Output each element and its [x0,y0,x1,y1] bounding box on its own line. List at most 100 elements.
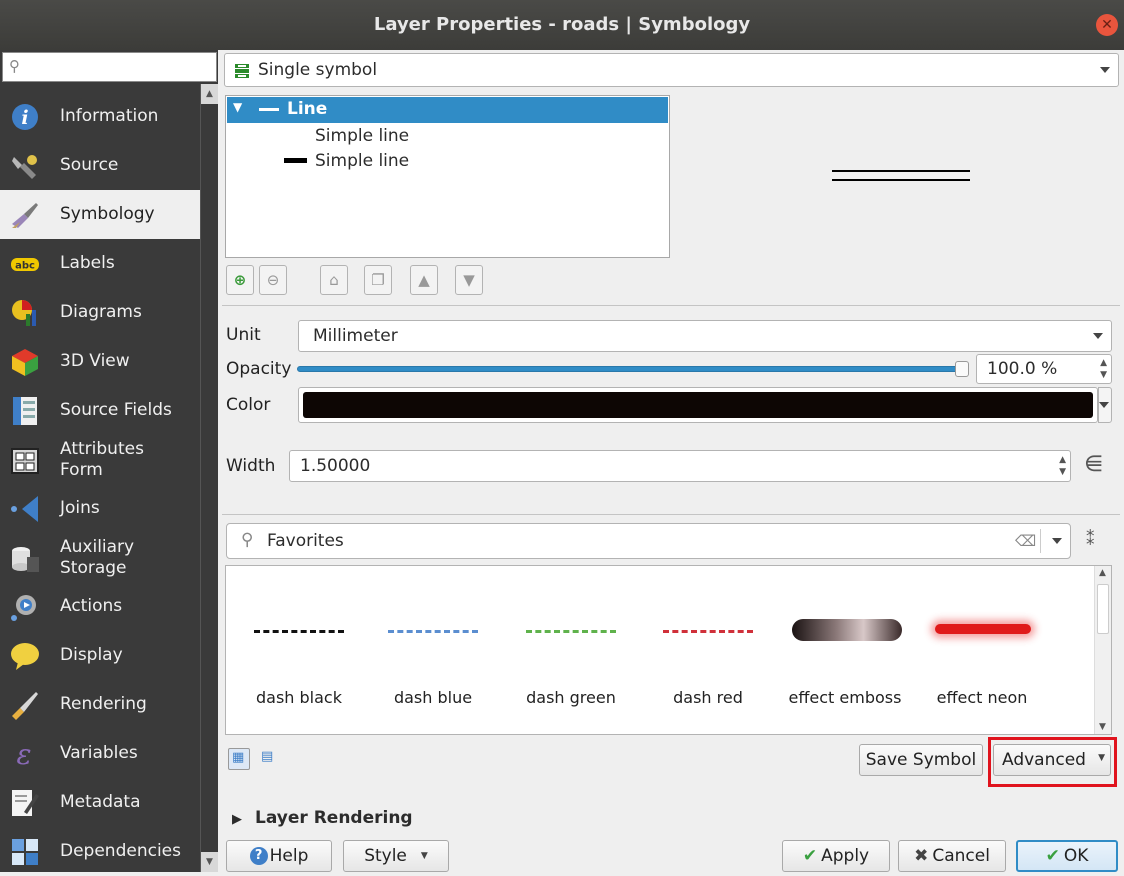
spin-arrows-icon: ▲ ▼ [1059,455,1066,477]
tree-row-simple-line[interactable]: Simple line [227,124,668,149]
help-icon: ? [249,847,268,865]
sidebar-item-source-fields[interactable]: Source Fields [0,386,200,435]
spin-arrows-icon: ▲ ▼ [1100,358,1107,380]
sidebar-item-dependencies[interactable]: Dependencies [0,827,200,876]
save-symbol-button[interactable]: Save Symbol [859,744,983,776]
layer-rendering-section[interactable]: Layer Rendering [255,808,413,828]
sidebar-item-label: Attributes Form [60,438,144,480]
symbol-item-dash-green[interactable]: dash green [506,570,636,730]
renderer-type-select[interactable]: Single symbol [224,53,1119,87]
add-symbol-layer-button[interactable]: ⊕ [226,265,254,295]
expand-arrow-icon: ▼ [233,100,243,114]
move-down-button[interactable]: ▼ [455,265,483,295]
scroll-up-icon[interactable]: ▲ [1099,568,1106,578]
unit-label: Unit [226,325,261,345]
symbol-item-effect-emboss[interactable]: effect emboss [780,570,910,730]
info-icon: i [12,104,38,130]
close-window-button[interactable]: ✕ [1096,14,1118,36]
lock-layer-button[interactable]: ⌂ [320,265,348,295]
sidebar-item-3d-view[interactable]: 3D View [0,337,200,386]
list-view-button[interactable]: ▤ [258,748,280,770]
sidebar-item-attributes-form[interactable]: Attributes Form [0,435,200,484]
ok-button[interactable]: ✔ OK [1016,840,1118,872]
cancel-button[interactable]: ✖ Cancel [898,840,1006,872]
duplicate-layer-button[interactable]: ❐ [364,265,392,295]
symbol-item-dash-red[interactable]: dash red [643,570,773,730]
sidebar-item-label: Joins [60,498,100,518]
sidebar-item-symbology[interactable]: Symbology [0,190,200,239]
help-button[interactable]: ? Help [226,840,332,872]
sidebar-item-label: Source [60,155,119,175]
apply-button[interactable]: ✔ Apply [782,840,890,872]
symbol-layer-tree[interactable]: ▼ Line Simple line Simple line [225,95,670,258]
chevron-down-icon: ▼ [420,851,428,861]
collapse-arrow-icon[interactable]: ▶ [232,812,242,827]
sidebar-item-label: Information [60,106,159,126]
sidebar-item-label: Dependencies [60,841,181,861]
color-button[interactable] [298,387,1098,423]
sidebar-item-auxiliary-storage[interactable]: Auxiliary Storage [0,533,200,582]
checkmark-icon: ✔ [1045,846,1060,866]
sidebar-item-display[interactable]: Display [0,631,200,680]
symbol-filter-input[interactable]: ⚲ Favorites ⌫ [226,523,1071,559]
symbol-item-dash-blue[interactable]: dash blue [368,570,498,730]
library-scrollbar[interactable]: ▲ ▼ [1094,566,1111,734]
svg-text:i: i [21,107,28,129]
symbol-preview [780,580,910,680]
unit-select[interactable]: Millimeter [298,320,1112,352]
remove-icon: ⊖ [266,271,280,289]
color-dropdown-button[interactable] [1098,387,1112,423]
move-up-button[interactable]: ▲ [410,265,438,295]
advanced-button[interactable]: Advanced ▼ [993,744,1111,776]
sidebar-item-metadata[interactable]: Metadata [0,778,200,827]
chevron-down-icon: ▼ [1098,753,1105,763]
variables-epsilon-icon: ε [16,739,31,769]
opacity-slider-handle[interactable] [955,361,969,377]
sidebar-item-diagrams[interactable]: Diagrams [0,288,200,337]
scroll-down-icon[interactable]: ▼ [1099,722,1106,732]
sidebar-item-label: 3D View [60,351,130,371]
clear-icon[interactable]: ⌫ [1015,532,1036,550]
remove-symbol-layer-button[interactable]: ⊖ [259,265,287,295]
symbol-item-dash-black[interactable]: dash black [234,570,364,730]
symbology-brush-icon [12,203,38,228]
scrollbar-thumb[interactable] [1097,584,1109,634]
sidebar-item-joins[interactable]: Joins [0,484,200,533]
svg-text:ε: ε [16,739,31,769]
display-bubble-icon [11,643,39,670]
sidebar-item-variables[interactable]: ε Variables [0,729,200,778]
dependencies-icon [12,839,38,865]
opacity-slider[interactable] [297,366,967,372]
sidebar-search-input[interactable]: ⚲ [2,52,217,82]
style-button[interactable]: Style ▼ [343,840,449,872]
sidebar-item-labels[interactable]: abc Labels [0,239,200,288]
sidebar-item-label: Auxiliary Storage [60,536,135,578]
style-manager-icon[interactable]: ⁑ [1086,530,1095,550]
source-fields-icon [13,397,37,425]
divider [222,305,1120,306]
sidebar-item-actions[interactable]: Actions [0,582,200,631]
sidebar-item-source[interactable]: Source [0,141,200,190]
symbol-item-effect-neon[interactable]: effect neon [917,570,1047,730]
close-icon: ✕ [1101,17,1113,33]
scroll-up-icon[interactable]: ▲ [201,84,218,104]
tree-row-line[interactable]: ▼ Line [227,97,668,123]
tree-row-simple-line[interactable]: Simple line [227,149,668,174]
auxiliary-storage-icon [12,547,39,572]
sidebar-item-rendering[interactable]: Rendering [0,680,200,729]
arrow-down-icon: ▼ [463,271,475,289]
line-symbol-icon [259,108,279,111]
scroll-down-icon[interactable]: ▼ [201,852,218,872]
sidebar-item-label: Variables [60,743,138,763]
width-spinbox[interactable]: 1.50000 ▲ ▼ [289,450,1071,482]
data-defined-override-icon[interactable]: ⋹ [1084,452,1103,477]
opacity-spinbox[interactable]: 100.0 % ▲ ▼ [976,354,1112,384]
sidebar-item-label: Labels [60,253,115,273]
sidebar-item-information[interactable]: i Information [0,92,200,141]
lock-icon: ⌂ [329,271,339,289]
sidebar-scrollbar[interactable]: ▲ ▼ [200,84,218,872]
sidebar-item-label: Rendering [60,694,147,714]
symbol-preview [917,580,1047,680]
search-icon: ⚲ [241,530,254,550]
icon-view-button[interactable]: ▦ [228,748,250,770]
